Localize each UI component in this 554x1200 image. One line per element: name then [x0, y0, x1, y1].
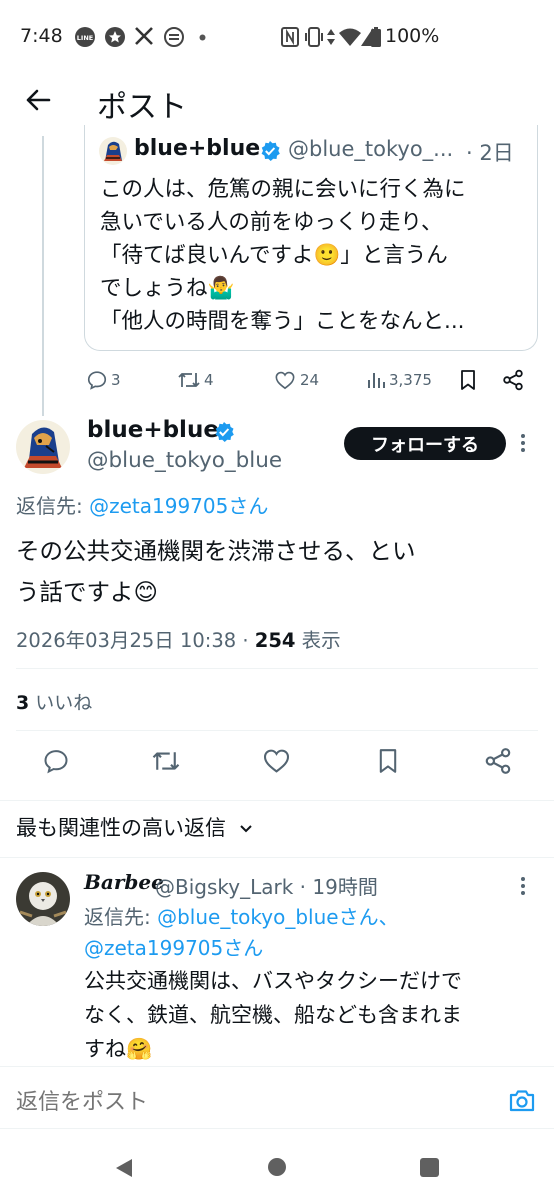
likes-count: 3 — [16, 692, 30, 714]
heart-icon — [263, 749, 290, 773]
likes-label: いいね — [29, 692, 93, 714]
reply-author-name: Barbee — [84, 870, 164, 894]
divider — [0, 800, 554, 801]
nav-recents-icon[interactable] — [420, 1158, 439, 1177]
quote-text-line: この人は、危篤の親に会いに行く為に — [100, 177, 466, 202]
quote-avatar[interactable] — [99, 137, 127, 165]
battery-percent: 100% — [385, 25, 440, 47]
quote-time: · 2日 — [466, 141, 514, 165]
svg-text:LINE: LINE — [77, 34, 93, 42]
avatar[interactable] — [16, 420, 70, 474]
reply-avatar[interactable] — [16, 872, 70, 926]
quote-text-line: でしょうね🤷‍♂️ — [100, 276, 235, 301]
repost-button[interactable]: 4 — [177, 366, 214, 394]
verified-badge-icon — [259, 140, 281, 162]
reply-count: 3 — [111, 371, 121, 389]
back-arrow-icon[interactable] — [24, 86, 52, 114]
chevron-down-icon — [239, 824, 253, 834]
quote-text: この人は、危篤の親に会いに行く為に 急いでいる人の前をゆっくり走り、 「待てば良… — [100, 173, 530, 338]
line-icon: LINE — [74, 26, 96, 48]
nav-back-icon[interactable] — [114, 1157, 134, 1179]
reply-to-user-link[interactable]: @blue_tokyo_blueさん、 — [157, 905, 398, 929]
reply-text: 公共交通機関は、バスやタクシーだけで なく、鉄道、航空機、船なども含まれま すね… — [84, 964, 544, 1066]
share-icon — [485, 748, 511, 774]
bookmark-button[interactable] — [458, 366, 478, 394]
divider — [0, 857, 554, 858]
tweet-text-line: その公共交通機関を渋滞させる、とい — [16, 537, 416, 565]
repost-icon — [178, 373, 200, 387]
status-time: 7:48 — [20, 25, 63, 47]
nfc-icon — [280, 26, 300, 48]
share-icon — [503, 369, 523, 391]
repost-button[interactable] — [151, 747, 181, 775]
app-icon — [163, 26, 185, 48]
reply-text-line: すね🤗 — [84, 1037, 153, 1061]
battery-icon — [370, 26, 382, 48]
reply-author-handle: @Bigsky_Lark · 19時間 — [155, 875, 378, 899]
follow-button[interactable]: フォローする — [344, 427, 506, 460]
dot-icon — [199, 34, 206, 41]
x-icon — [134, 26, 154, 46]
nav-home-icon[interactable] — [268, 1158, 286, 1176]
reply-to-user-link[interactable]: @zeta199705さん — [89, 494, 268, 518]
like-button[interactable]: 24 — [274, 366, 319, 394]
divider — [0, 1066, 554, 1067]
reply-icon — [44, 750, 68, 774]
tweet-date: 2026年03月25日 10:38 · — [16, 629, 255, 652]
reply-composer-input[interactable] — [16, 1085, 456, 1119]
like-count: 24 — [300, 371, 320, 389]
author-name: blue+blue — [87, 417, 219, 443]
reply-to: 返信先: @zeta199705さん — [16, 490, 268, 519]
view-count: 254 — [254, 629, 296, 652]
quote-text-line: 「他人の時間を奪う」ことをなんと... — [100, 309, 465, 334]
page-title: ポスト — [97, 90, 187, 125]
reply-icon — [87, 371, 107, 390]
share-button[interactable] — [484, 747, 512, 775]
more-options-icon[interactable] — [520, 876, 526, 896]
vibrate-icon — [304, 26, 324, 48]
reply-text-line: なく、鉄道、航空機、船なども含まれま — [84, 1003, 462, 1027]
bookmark-icon — [461, 370, 475, 390]
reply-sort-selector[interactable]: 最も関連性の高い返信 — [16, 812, 253, 842]
wifi-icon — [338, 26, 362, 48]
likes-summary[interactable]: 3 いいね — [16, 688, 92, 715]
reply-to: 返信先: @blue_tokyo_blueさん、 @zeta199705さん — [84, 902, 544, 964]
share-button[interactable] — [502, 366, 524, 394]
quote-author-handle: @blue_tokyo_... — [288, 137, 454, 161]
reply-text-line: 公共交通機関は、バスやタクシーだけで — [84, 969, 462, 993]
bookmark-button[interactable] — [376, 747, 400, 775]
like-button[interactable] — [262, 747, 291, 774]
divider — [16, 668, 538, 669]
reply-to-user-link[interactable]: @zeta199705さん — [84, 936, 263, 960]
divider — [0, 1128, 554, 1129]
tweet-meta: 2026年03月25日 10:38 · 254 表示 — [16, 624, 341, 653]
repost-icon — [152, 752, 180, 770]
divider — [16, 730, 538, 731]
verified-badge-icon — [213, 421, 235, 443]
views-chart-icon — [368, 373, 385, 388]
reply-to-label: 返信先: — [84, 905, 158, 929]
author-handle: @blue_tokyo_blue — [87, 448, 283, 473]
view-label: 表示 — [295, 629, 341, 652]
quote-text-line: 「待てば良いんですよ🙂」と言うん — [100, 243, 448, 268]
reply-button[interactable] — [42, 747, 70, 775]
quote-text-line: 急いでいる人の前をゆっくり走り、 — [100, 210, 443, 235]
bookmark-icon — [379, 749, 397, 773]
heart-icon — [275, 371, 295, 390]
more-options-icon[interactable] — [520, 433, 526, 453]
reply-sort-label: 最も関連性の高い返信 — [16, 816, 226, 840]
thread-line — [42, 136, 44, 416]
tweet-text-line: う話ですよ😊 — [16, 578, 158, 606]
repost-count: 4 — [204, 371, 214, 389]
views-button[interactable]: 3,375 — [366, 366, 432, 394]
star-icon — [104, 26, 126, 48]
reply-to-label: 返信先: — [16, 494, 90, 518]
camera-icon[interactable] — [508, 1088, 536, 1114]
tweet-text: その公共交通機関を渋滞させる、とい う話ですよ😊 — [16, 531, 536, 613]
quote-author-name: blue+blue — [134, 136, 261, 161]
reply-button[interactable]: 3 — [86, 366, 121, 394]
views-count: 3,375 — [389, 371, 432, 389]
data-icon — [326, 26, 336, 48]
